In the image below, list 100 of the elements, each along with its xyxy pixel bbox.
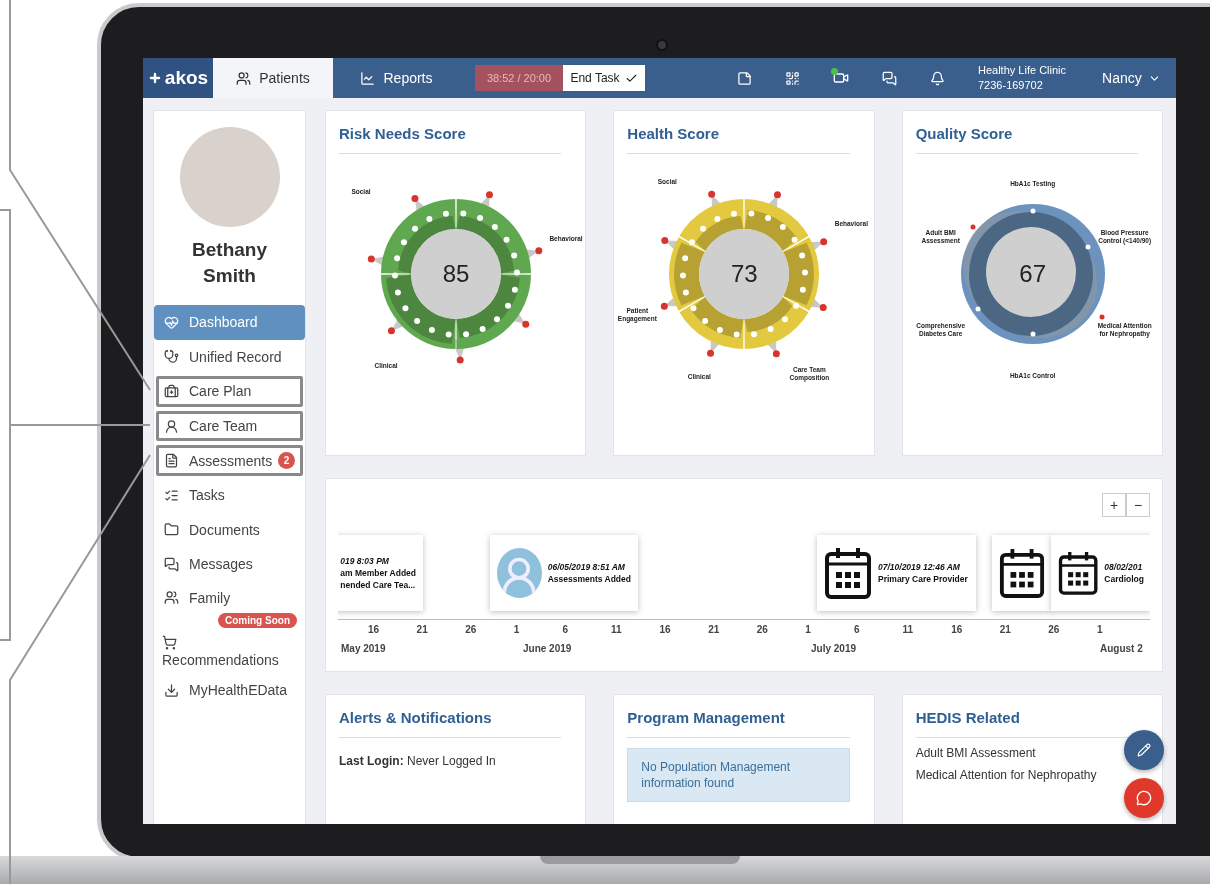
note-icon[interactable]	[737, 70, 752, 86]
month-label: May 2019	[341, 643, 386, 654]
menu-icon	[164, 556, 179, 572]
axis-tick-label: 1	[805, 624, 812, 635]
axis-tick-label: 16	[951, 624, 964, 635]
hedis-item: Medical Attention for Nephropathy	[915, 768, 1097, 782]
qr-code-icon[interactable]	[785, 70, 800, 86]
event-date: 06/05/2019 8:51 AM	[547, 561, 626, 573]
event-date: 019 8:03 PM	[340, 555, 390, 567]
axis-tick-label: 1	[513, 624, 521, 635]
menu-icon	[164, 522, 179, 538]
sidebar-item[interactable]: Tasks	[154, 477, 305, 513]
sidebar-item[interactable]: Family Coming Soon	[154, 581, 305, 630]
card-title: Alerts & Notifications	[339, 709, 562, 738]
video-icon[interactable]	[833, 70, 849, 86]
card-title: Program Management	[627, 709, 850, 738]
notification-bell-icon[interactable]	[930, 70, 945, 86]
plus-icon	[147, 71, 162, 85]
axis-tick-label: 21	[999, 624, 1012, 635]
menu-icon	[164, 590, 179, 606]
event-title: am Member Added	[340, 567, 416, 579]
info-notice: No Population Management information found	[627, 748, 850, 802]
timeline-event[interactable]: 06/05/2019 8:51 AM Assessments Added	[490, 535, 638, 611]
speech-bubble-icon	[1136, 790, 1152, 806]
marker-dot	[970, 224, 976, 230]
sidebar-item[interactable]: MyHealthEData	[154, 672, 305, 708]
score-value: 67	[1019, 260, 1046, 288]
menu-icon	[164, 314, 179, 330]
chat-icon[interactable]	[882, 70, 897, 86]
marker-dot	[1030, 208, 1036, 214]
marker-dot	[1030, 331, 1036, 337]
timeline-event[interactable]: 07/10/2019 12:46 AM Primary Care Provider	[817, 535, 976, 611]
marker-dot	[975, 306, 981, 312]
menu-icon	[164, 682, 179, 698]
user-silhouette-icon	[497, 548, 542, 598]
task-timer: 38:52 / 20:00	[475, 65, 563, 91]
axis-tick-label: 1	[1096, 624, 1104, 635]
calendar-icon	[824, 546, 872, 600]
menu-icon	[164, 349, 179, 365]
user-menu[interactable]: Nancy	[1096, 58, 1167, 98]
event-title: Cardiolog	[1104, 573, 1144, 585]
axis-tick-label: 11	[902, 624, 915, 635]
axis-tick-label: 11	[610, 624, 623, 635]
event-title: Primary Care Provider	[878, 573, 968, 585]
axis-tick-label: 21	[416, 624, 429, 635]
axis-tick-label: 16	[659, 624, 672, 635]
axis-tick-label: 6	[562, 624, 569, 635]
zoom-in-button[interactable]: +	[1102, 493, 1126, 517]
axis-tick-label: 21	[708, 624, 721, 635]
sidebar-item[interactable]: Messages	[154, 547, 305, 582]
month-label: July 2019	[811, 643, 857, 654]
axis-tick-label: 26	[1048, 624, 1061, 635]
axis-tick-label: 26	[756, 624, 769, 635]
clinic-phone: 7236-169702	[978, 78, 1044, 93]
axis-tick-label: 6	[853, 624, 861, 635]
marker-dot	[1099, 314, 1105, 320]
sidebar-item[interactable]: Documents	[154, 512, 305, 548]
timeline-event[interactable]: 08/02/201 Cardiolog	[1051, 535, 1150, 611]
menu-icon	[164, 487, 179, 503]
pencil-icon	[1137, 743, 1151, 757]
event-date: 07/10/2019 12:46 AM	[878, 561, 961, 573]
app-logo[interactable]: akos	[143, 58, 213, 98]
sidebar-item[interactable]: Care Plan	[154, 374, 305, 409]
sidebar-item[interactable]: Care Team	[154, 408, 305, 444]
menu-icon	[164, 384, 179, 399]
score-value: 73	[731, 260, 758, 288]
nav-tab[interactable]: Patients	[213, 58, 333, 98]
marker-dot	[1085, 244, 1091, 250]
status-tag: Coming Soon	[218, 612, 297, 628]
zoom-out-button[interactable]: −	[1126, 493, 1150, 517]
nav-tab[interactable]: Reports	[333, 58, 460, 98]
sidebar-item[interactable]: Assessments 2	[154, 443, 305, 478]
count-badge: 2	[278, 452, 295, 470]
menu-icon	[164, 418, 179, 434]
chart-icon	[360, 70, 376, 86]
end-task-button[interactable]: End Task	[563, 65, 645, 91]
timeline-event[interactable]	[992, 535, 1052, 611]
logo-text: akos	[164, 67, 209, 89]
menu-icon	[162, 634, 177, 650]
hedis-item: Adult BMI Assessment	[915, 746, 1036, 760]
sidebar-item[interactable]: Recommendations	[154, 629, 305, 673]
event-date: 08/02/201	[1104, 561, 1144, 573]
calendar-icon	[999, 546, 1045, 600]
camera-dot	[656, 39, 668, 51]
card-title: Quality Score	[915, 125, 1138, 154]
patient-name: Bethany Smith	[191, 238, 268, 288]
event-title: Assessments Added	[547, 573, 631, 585]
timeline-event[interactable]: 019 8:03 PM am Member Added nended Care Tea...	[338, 535, 423, 611]
people-icon	[236, 70, 252, 86]
card-title: Risk Needs Score	[339, 125, 562, 154]
month-label: August 2	[1100, 643, 1143, 654]
clinic-name: Healthy Life Clinic	[978, 63, 1067, 78]
last-login-text: Last Login: Never Logged In	[339, 754, 497, 768]
score-value: 85	[442, 260, 470, 288]
card-title: Health Score	[627, 125, 850, 154]
axis-tick-label: 26	[465, 624, 478, 635]
sidebar-item[interactable]: Unified Record	[154, 339, 305, 375]
event-subtitle: nended Care Tea...	[340, 579, 416, 591]
month-label: June 2019	[523, 643, 572, 654]
axis-tick-label: 16	[368, 624, 381, 635]
